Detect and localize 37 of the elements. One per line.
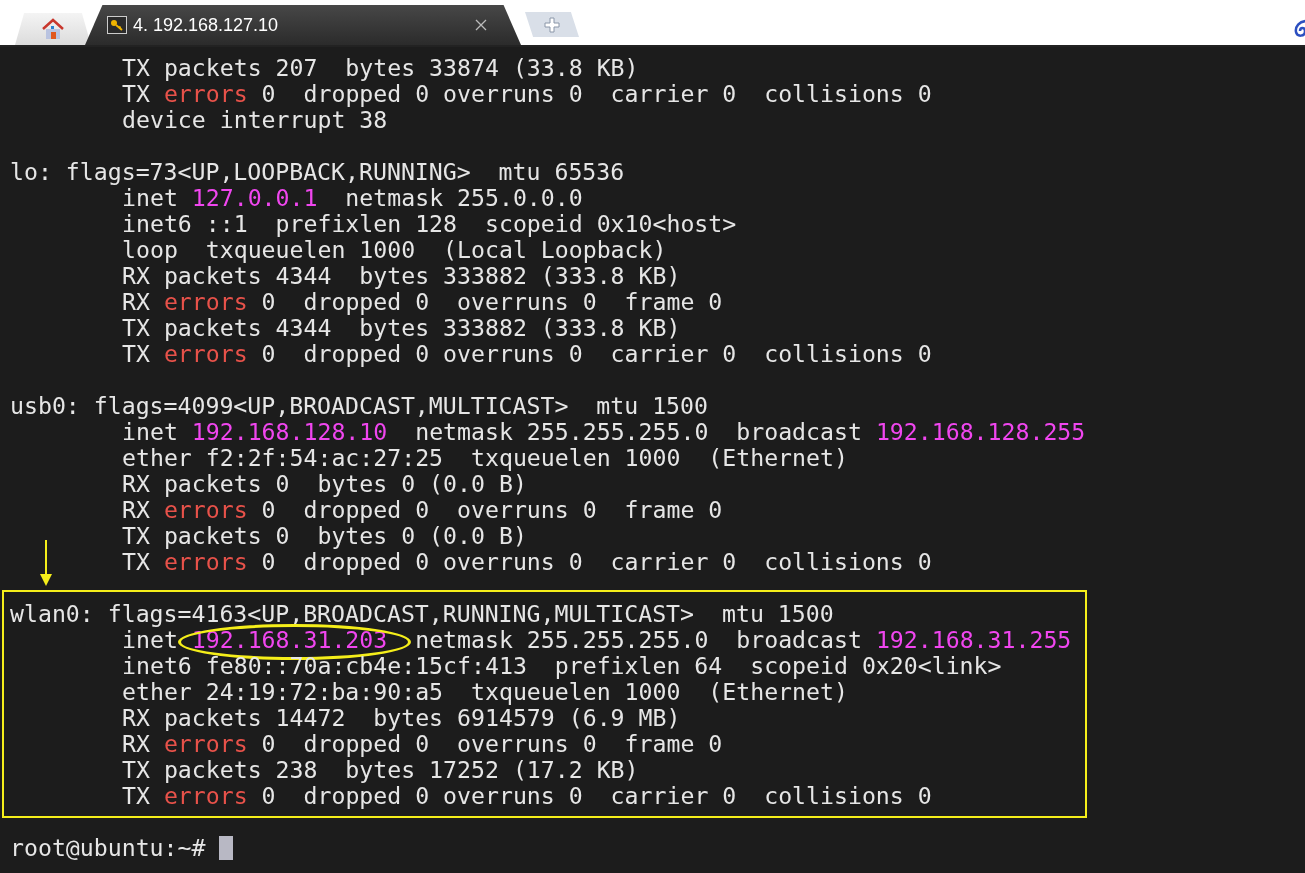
terminal-line: TX errors 0 dropped 0 overruns 0 carrier 0 collisions 0 [122,783,932,809]
terminal-line: lo: flags=73<UP,LOOPBACK,RUNNING> mtu 65536 [10,159,625,185]
close-icon[interactable] [475,19,487,31]
down-arrow [39,540,53,586]
terminal-line: inet6 ::1 prefixlen 128 scopeid 0x10<host> [122,211,737,237]
swirl-icon[interactable] [1293,17,1305,39]
terminal-line: RX errors 0 dropped 0 overruns 0 frame 0 [122,289,723,315]
terminal-line: TX packets 238 bytes 17252 (17.2 KB) [122,757,639,783]
terminal-line: usb0: flags=4099<UP,BROADCAST,MULTICAST> mtu 1500 [10,393,708,419]
home-tab[interactable] [15,13,91,45]
terminal-line: ether f2:2f:54:ac:27:25 txqueuelen 1000 (Ethernet) [122,445,848,471]
terminal-line: inet 192.168.128.10 netmask 255.255.255.0 broadcast 192.168.128.255 [122,419,1086,445]
tab-title: 4. 192.168.127.10 [133,14,280,36]
terminal-line: RX packets 0 bytes 0 (0.0 B) [122,471,527,497]
terminal-line: TX packets 4344 bytes 333882 (333.8 KB) [122,315,681,341]
plus-icon [544,16,560,33]
terminal-line: wlan0: flags=4163<UP,BROADCAST,RUNNING,MULTICAST> mtu 1500 [10,601,834,627]
terminal-line: TX packets 0 bytes 0 (0.0 B) [122,523,527,549]
text-cursor [219,836,234,860]
house-icon [41,18,65,40]
terminal-line: TX packets 207 bytes 33874 (33.8 KB) [122,55,639,81]
terminal-line: TX errors 0 dropped 0 overruns 0 carrier 0 collisions 0 [122,81,932,107]
terminal-line: RX packets 4344 bytes 333882 (333.8 KB) [122,263,681,289]
terminal-line: inet 192.168.31.203 netmask 255.255.255.0 broadcast 192.168.31.255 [122,627,1072,653]
terminal-line: device interrupt 38 [122,107,388,133]
shell-prompt: root@ubuntu:~# [10,835,206,861]
terminal-line: loop txqueuelen 1000 (Local Loopback) [122,237,667,263]
terminal-line: inet6 fe80::70a:cb4e:15cf:413 prefixlen 64 scopeid 0x20<link> [122,653,1002,679]
terminal-line: RX errors 0 dropped 0 overruns 0 frame 0 [122,497,723,523]
terminal-line: RX errors 0 dropped 0 overruns 0 frame 0 [122,731,723,757]
terminal-line: ether 24:19:72:ba:90:a5 txqueuelen 1000 (Ethernet) [122,679,848,705]
key-icon [107,16,127,34]
terminal-line: inet 127.0.0.1 netmask 255.0.0.0 [122,185,583,211]
terminal-line: TX errors 0 dropped 0 overruns 0 carrier 0 collisions 0 [122,549,932,575]
terminal-line: RX packets 14472 bytes 6914579 (6.9 MB) [122,705,681,731]
terminal-line: TX errors 0 dropped 0 overruns 0 carrier 0 collisions 0 [122,341,932,367]
session-tab[interactable]: 4. 192.168.127.10 [85,5,521,45]
